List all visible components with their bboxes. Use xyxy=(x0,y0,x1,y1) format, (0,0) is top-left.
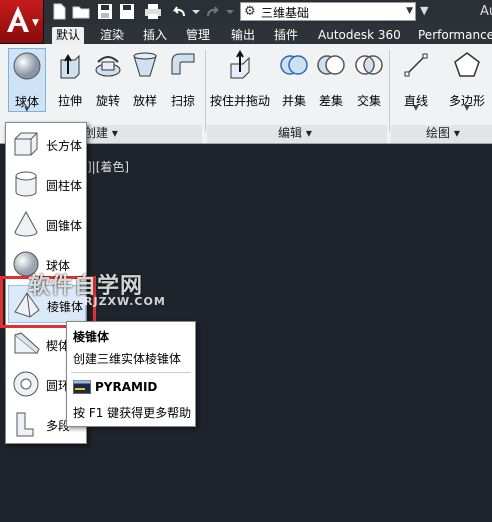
line-button[interactable]: 直线 ▼ xyxy=(398,48,434,112)
cone-icon xyxy=(14,210,38,237)
create-panel-title[interactable]: 创建 ▾ xyxy=(84,124,118,142)
union-button-label: 并集 xyxy=(281,94,306,108)
workspace-label: 三维基础 xyxy=(261,6,310,20)
extrude-icon xyxy=(60,54,80,79)
loft-button-label: 放样 xyxy=(132,94,157,108)
torus-icon xyxy=(13,371,39,397)
print-icon[interactable] xyxy=(144,3,162,20)
cylinder-icon xyxy=(15,171,37,197)
gear-icon: ⚙ xyxy=(244,4,256,19)
tab-manage[interactable]: 管理 xyxy=(182,27,214,44)
window-title: Au xyxy=(480,4,492,19)
tooltip-title: 棱锥体 xyxy=(73,330,110,344)
autocad-logo-icon xyxy=(7,6,29,32)
dropdown-item-cylinder[interactable]: 圆柱体 xyxy=(8,165,86,203)
presspull-button[interactable]: 按住并拖动 xyxy=(210,48,270,112)
union-button[interactable]: 并集 xyxy=(276,48,312,112)
tab-render[interactable]: 渲染 xyxy=(96,27,128,44)
tooltip-command: PYRAMID xyxy=(95,380,158,394)
draw-panel-title[interactable]: 绘图 ▾ xyxy=(426,124,460,142)
polysolid-icon xyxy=(16,412,34,437)
new-file-icon[interactable] xyxy=(50,3,68,20)
chevron-down-icon: ▼ xyxy=(406,6,413,16)
loft-button[interactable]: 放样 xyxy=(127,48,163,112)
ribbon-tabs: 默认 渲染 插入 管理 输出 插件 Autodesk 360 Performan… xyxy=(44,24,492,44)
application-menu-button[interactable]: ▼ xyxy=(0,0,44,44)
panel-divider xyxy=(389,50,390,132)
tab-insert[interactable]: 插入 xyxy=(139,27,171,44)
edit-panel-title[interactable]: 编辑 ▾ xyxy=(278,124,312,142)
tab-plugins[interactable]: 插件 xyxy=(270,27,302,44)
sweep-button[interactable]: 扫掠 xyxy=(165,48,201,112)
intersect-icon xyxy=(355,55,383,75)
workspace-select[interactable]: ⚙ 三维基础 ▼ xyxy=(240,2,416,21)
tab-output[interactable]: 输出 xyxy=(227,27,259,44)
presspull-button-label: 按住并拖动 xyxy=(210,94,271,108)
subtract-button[interactable]: 差集 xyxy=(313,48,349,112)
save-icon[interactable] xyxy=(96,3,114,20)
tab-default[interactable]: 默认 xyxy=(52,27,85,44)
sweep-icon xyxy=(171,53,195,75)
revolve-icon xyxy=(95,56,121,77)
loft-icon xyxy=(133,52,157,77)
dropdown-item-box[interactable]: 长方体 xyxy=(8,125,86,163)
chevron-down-icon: ▼ xyxy=(413,104,419,112)
extrude-button[interactable]: 拉伸 xyxy=(52,48,88,112)
sphere-icon xyxy=(13,52,41,80)
watermark: 软件自学网 RJZXW.COM xyxy=(28,268,178,312)
dropdown-item-label: 圆柱体 xyxy=(46,179,83,193)
dropdown-item-label: 圆锥体 xyxy=(46,219,83,233)
wedge-icon xyxy=(14,332,40,354)
revolve-button[interactable]: 旋转 xyxy=(90,48,126,112)
extrude-button-label: 拉伸 xyxy=(57,94,82,108)
revolve-button-label: 旋转 xyxy=(95,94,120,108)
union-icon xyxy=(280,55,308,75)
redo-dropdown-icon[interactable] xyxy=(222,3,240,20)
dropdown-item-cone[interactable]: 圆锥体 xyxy=(8,205,86,243)
panel-divider xyxy=(205,50,206,132)
save-as-icon[interactable] xyxy=(118,3,136,20)
viewport-label[interactable]: ]|[着色] xyxy=(87,158,129,175)
command-tooltip: 棱锥体 创建三维实体棱锥体 PYRAMID 按 F1 键获得更多帮助 xyxy=(66,321,196,427)
tab-performance[interactable]: Performance xyxy=(414,27,492,44)
chevron-down-icon: ▼ xyxy=(464,104,470,112)
sweep-button-label: 扫掠 xyxy=(170,94,195,108)
customize-quick-access-icon[interactable]: ▼ xyxy=(420,4,428,17)
open-folder-icon[interactable] xyxy=(72,3,90,20)
intersect-button-label: 交集 xyxy=(356,94,381,108)
chevron-down-icon: ▼ xyxy=(24,105,30,113)
dropdown-item-label: 长方体 xyxy=(46,139,83,153)
presspull-icon xyxy=(230,50,250,79)
tooltip-help: 按 F1 键获得更多帮助 xyxy=(73,406,192,420)
line-icon xyxy=(404,53,428,77)
intersect-button[interactable]: 交集 xyxy=(351,48,387,112)
subtract-icon xyxy=(317,55,345,75)
box-icon xyxy=(14,132,38,156)
polygon-button[interactable]: 多边形 ▼ xyxy=(446,48,488,112)
redo-icon[interactable] xyxy=(204,3,222,20)
tab-autodesk-360[interactable]: Autodesk 360 xyxy=(314,27,405,44)
tooltip-description: 创建三维实体棱锥体 xyxy=(73,352,182,366)
subtract-button-label: 差集 xyxy=(318,94,343,108)
tooltip-divider xyxy=(71,372,191,373)
command-line-icon xyxy=(73,380,91,394)
app-menu-chevron-icon: ▼ xyxy=(32,18,39,28)
polygon-icon xyxy=(454,52,480,77)
undo-icon[interactable] xyxy=(170,3,188,20)
watermark-sub: RJZXW.COM xyxy=(84,295,166,308)
sphere-button[interactable]: 球体 ▼ xyxy=(8,48,46,113)
title-bar: ⚙ 三维基础 ▼ ▼ Au xyxy=(0,0,492,24)
